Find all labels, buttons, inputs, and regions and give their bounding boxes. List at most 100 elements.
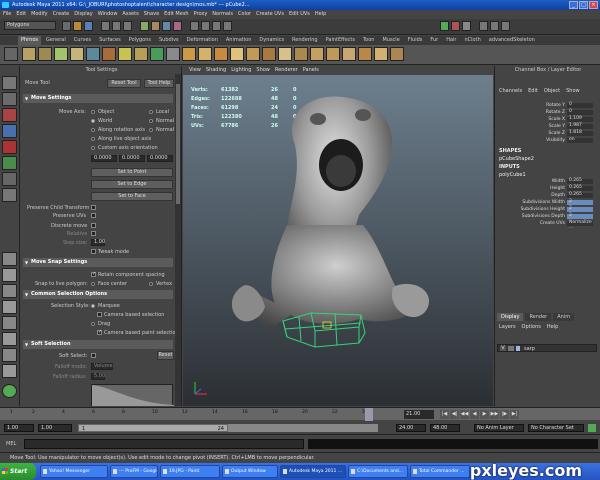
object-menu[interactable]: Object bbox=[544, 88, 560, 94]
axis-rotation-radio[interactable] bbox=[91, 128, 95, 132]
menu-display[interactable]: Display bbox=[74, 10, 92, 19]
panel-menu-lighting[interactable]: Lighting bbox=[231, 66, 251, 75]
axis-local-radio[interactable] bbox=[149, 110, 153, 114]
start-button[interactable]: Start bbox=[0, 463, 36, 480]
menu-color[interactable]: Color bbox=[238, 10, 251, 19]
taskbar-item[interactable]: 19.JPG - Paint bbox=[160, 465, 220, 478]
time-slider[interactable]: 1 2 4 6 8 10 12 14 16 18 20 22 24 21.00 … bbox=[0, 407, 600, 421]
snap-grid-icon[interactable] bbox=[190, 21, 199, 31]
layout-graph-icon[interactable] bbox=[2, 316, 17, 330]
step-forward-icon[interactable]: |▶ bbox=[500, 410, 509, 419]
input-attr-row[interactable]: Subdivisions Width 2 bbox=[499, 199, 595, 206]
close-button[interactable]: × bbox=[589, 1, 598, 9]
mel-label[interactable]: MEL bbox=[6, 441, 16, 447]
shelf-tool-icon[interactable] bbox=[102, 47, 116, 61]
panel-menu-view[interactable]: View bbox=[189, 66, 201, 75]
shelf-tool-icon[interactable] bbox=[230, 47, 244, 61]
shelf-tool-icon[interactable] bbox=[166, 47, 180, 61]
menu-create-uvs[interactable]: Create UVs bbox=[256, 10, 284, 19]
relative-checkbox[interactable] bbox=[91, 231, 96, 236]
retain-spacing-checkbox[interactable] bbox=[91, 271, 96, 277]
options-menu[interactable]: Options bbox=[522, 324, 541, 330]
custom-axis-z-field[interactable]: 0.0000 bbox=[147, 155, 173, 162]
set-to-point-button[interactable]: Set to Point bbox=[91, 168, 173, 177]
menu-file[interactable]: File bbox=[3, 10, 11, 19]
paint-select-tool-icon[interactable] bbox=[2, 108, 17, 122]
menu-proxy[interactable]: Proxy bbox=[194, 10, 208, 19]
layout-render-icon[interactable] bbox=[2, 348, 17, 362]
display-mode-icon[interactable] bbox=[2, 384, 17, 398]
shelf-tool-icon[interactable] bbox=[70, 47, 84, 61]
shelf-tool-icon[interactable] bbox=[310, 47, 324, 61]
panel-menu-shading[interactable]: Shading bbox=[206, 66, 226, 75]
taskbar-item[interactable]: Yahoo! Messenger bbox=[40, 465, 108, 478]
tweak-mode-checkbox[interactable] bbox=[91, 249, 96, 254]
shelf-tool-icon[interactable] bbox=[326, 47, 340, 61]
shelf-tab-rendering[interactable]: Rendering bbox=[289, 36, 321, 45]
shelf-tab-hair[interactable]: Hair bbox=[443, 36, 459, 45]
show-attribute-editor-icon[interactable] bbox=[479, 21, 488, 31]
key-forward-icon[interactable]: ▶▶ bbox=[490, 410, 499, 419]
menu-edit-uvs[interactable]: Edit UVs bbox=[289, 10, 310, 19]
last-tool-icon[interactable] bbox=[2, 188, 17, 202]
menu-modify[interactable]: Modify bbox=[31, 10, 48, 19]
shelf-tab-curves[interactable]: Curves bbox=[71, 36, 94, 45]
render-settings-icon[interactable] bbox=[462, 21, 471, 31]
shelf-tab-animation[interactable]: Animation bbox=[223, 36, 255, 45]
shape-node-name[interactable]: pCubeShape2 bbox=[499, 156, 534, 162]
vertex-radio[interactable] bbox=[149, 282, 153, 286]
tool-settings-scrollbar[interactable] bbox=[175, 74, 181, 406]
minimize-button[interactable]: _ bbox=[569, 1, 578, 9]
layout-single-icon[interactable] bbox=[2, 252, 17, 266]
custom-axis-x-field[interactable]: 0.0000 bbox=[91, 155, 117, 162]
step-back-icon[interactable]: ◀| bbox=[450, 410, 459, 419]
shelf-tool-icon[interactable] bbox=[294, 47, 308, 61]
layout-custom-icon[interactable] bbox=[2, 364, 17, 378]
playback-end-field[interactable]: 24.00 bbox=[396, 424, 426, 432]
select-component-icon[interactable] bbox=[123, 21, 132, 31]
tab-display[interactable]: Display bbox=[497, 313, 524, 321]
menu-set-dropdown[interactable]: Polygons bbox=[4, 21, 56, 30]
character-set-dropdown[interactable]: No Character Set bbox=[528, 424, 584, 432]
shelf-tool-icon[interactable] bbox=[278, 47, 292, 61]
shelf-tool-icon[interactable] bbox=[262, 47, 276, 61]
shelf-tool-icon[interactable] bbox=[22, 47, 36, 61]
layer-type-toggle[interactable] bbox=[508, 346, 514, 351]
taskbar-item[interactable]: --- ProFM - Google ... bbox=[110, 465, 158, 478]
help-menu[interactable]: Help bbox=[547, 324, 558, 330]
input-attr-row[interactable]: Subdivisions Height 2 bbox=[499, 206, 595, 213]
mask-icon[interactable] bbox=[151, 21, 160, 31]
shelf-tool-icon[interactable] bbox=[342, 47, 356, 61]
shelf-tool-icon[interactable] bbox=[38, 47, 52, 61]
soft-reset-button[interactable]: Reset bbox=[157, 351, 174, 360]
move-settings-header[interactable]: Move Settings bbox=[23, 94, 173, 103]
shelf-tab-deformation[interactable]: Deformation bbox=[184, 36, 221, 45]
manipulator-tool-icon[interactable] bbox=[2, 172, 17, 186]
shelf-tool-icon[interactable] bbox=[246, 47, 260, 61]
shelf-tool-icon[interactable] bbox=[214, 47, 228, 61]
preserve-uvs-checkbox[interactable] bbox=[91, 213, 96, 218]
snap-view-icon[interactable] bbox=[223, 21, 232, 31]
taskbar-item[interactable]: C:\Documents and... bbox=[348, 465, 408, 478]
panel-menu-renderer[interactable]: Renderer bbox=[275, 66, 298, 75]
common-selection-header[interactable]: Common Selection Options bbox=[23, 290, 173, 299]
mask-icon[interactable] bbox=[173, 21, 182, 31]
end-time-field[interactable]: 48.00 bbox=[430, 424, 460, 432]
step-size-field[interactable]: 1.00 bbox=[91, 239, 105, 246]
layer-color-swatch[interactable] bbox=[516, 346, 520, 351]
shelf-tab-muscle[interactable]: Muscle bbox=[379, 36, 402, 45]
select-tool-icon[interactable] bbox=[2, 76, 17, 90]
shelf-tool-icon[interactable] bbox=[358, 47, 372, 61]
shelf-tool-icon[interactable] bbox=[390, 47, 404, 61]
shelf-tab-toon[interactable]: Toon bbox=[360, 36, 378, 45]
panel-menu-panels[interactable]: Panels bbox=[303, 66, 319, 75]
rotate-tool-icon[interactable] bbox=[2, 140, 17, 154]
axis-custom-radio[interactable] bbox=[91, 146, 95, 150]
snap-curve-icon[interactable] bbox=[201, 21, 210, 31]
open-scene-icon[interactable] bbox=[73, 21, 82, 31]
edit-menu[interactable]: Edit bbox=[528, 88, 538, 94]
camera-selection-checkbox[interactable] bbox=[97, 312, 102, 317]
menu-create[interactable]: Create bbox=[53, 10, 70, 19]
menu-normals[interactable]: Normals bbox=[212, 10, 233, 19]
render-icon[interactable] bbox=[440, 21, 449, 31]
